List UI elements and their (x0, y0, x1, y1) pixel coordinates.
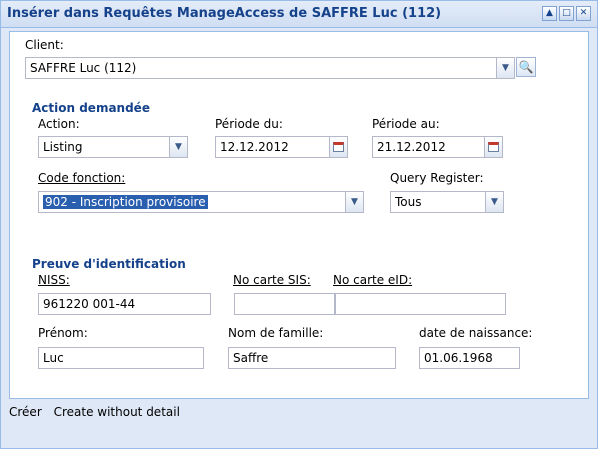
code-fonction-value: 902 - Inscription provisoire (43, 195, 208, 209)
periode-au-label: Période au: (372, 117, 440, 131)
periode-du-value: 12.12.2012 (220, 140, 289, 154)
search-icon[interactable]: 🔍 (516, 57, 536, 77)
title-bar: Insérer dans Requêtes ManageAccess de SA… (1, 1, 597, 28)
nom-label: Nom de famille: (228, 326, 324, 340)
periode-au-value: 21.12.2012 (377, 140, 446, 154)
periode-au-field[interactable]: 21.12.2012 (372, 136, 503, 158)
niss-field[interactable]: 961220 001-44 (38, 293, 211, 315)
code-fonction-label: Code fonction: (38, 171, 126, 185)
calendar-icon[interactable] (484, 137, 502, 157)
prenom-field[interactable]: Luc (38, 347, 204, 369)
periode-du-field[interactable]: 12.12.2012 (215, 136, 348, 158)
pin-icon[interactable]: ▲ (542, 6, 557, 21)
action-value: Listing (43, 140, 83, 154)
create-button[interactable]: Créer (9, 405, 42, 419)
carte-eid-field[interactable] (335, 293, 506, 315)
naissance-value: 01.06.1968 (424, 351, 493, 365)
query-register-label: Query Register: (390, 171, 484, 185)
close-icon[interactable]: ✕ (576, 6, 591, 21)
prenom-label: Prénom: (38, 326, 88, 340)
client-label: Client: (25, 38, 64, 52)
periode-du-label: Période du: (215, 117, 283, 131)
client-combo[interactable]: SAFFRE Luc (112) ▼ (25, 57, 515, 79)
chevron-down-icon[interactable]: ▼ (345, 192, 363, 212)
footer-toolbar: Créer Create without detail (9, 405, 188, 419)
dialog-window: Insérer dans Requêtes ManageAccess de SA… (0, 0, 598, 449)
code-fonction-select[interactable]: 902 - Inscription provisoire ▼ (38, 191, 364, 213)
window-title: Insérer dans Requêtes ManageAccess de SA… (7, 6, 442, 21)
window-tools: ▲ □ ✕ (542, 6, 591, 21)
query-register-value: Tous (395, 195, 422, 209)
niss-label: NISS: (38, 273, 70, 287)
query-register-select[interactable]: Tous ▼ (390, 191, 504, 213)
carte-sis-field[interactable] (234, 293, 335, 315)
form-panel: Client: SAFFRE Luc (112) ▼ 🔍 Action dema… (9, 31, 589, 399)
carte-eid-label: No carte eID: (333, 273, 413, 287)
identification-section-title: Preuve d'identification (32, 257, 186, 271)
calendar-icon[interactable] (329, 137, 347, 157)
naissance-label: date de naissance: (419, 326, 533, 340)
create-without-detail-button[interactable]: Create without detail (54, 405, 180, 419)
chevron-down-icon[interactable]: ▼ (169, 137, 187, 157)
action-label: Action: (38, 117, 80, 131)
action-section-title: Action demandée (32, 101, 150, 115)
niss-value: 961220 001-44 (43, 297, 136, 311)
carte-sis-label: No carte SIS: (233, 273, 311, 287)
chevron-down-icon[interactable]: ▼ (496, 58, 514, 78)
action-select[interactable]: Listing ▼ (38, 136, 188, 158)
naissance-field[interactable]: 01.06.1968 (419, 347, 520, 369)
nom-field[interactable]: Saffre (228, 347, 396, 369)
client-value: SAFFRE Luc (112) (30, 61, 137, 75)
nom-value: Saffre (233, 351, 269, 365)
maximize-icon[interactable]: □ (559, 6, 574, 21)
prenom-value: Luc (43, 351, 64, 365)
chevron-down-icon[interactable]: ▼ (485, 192, 503, 212)
